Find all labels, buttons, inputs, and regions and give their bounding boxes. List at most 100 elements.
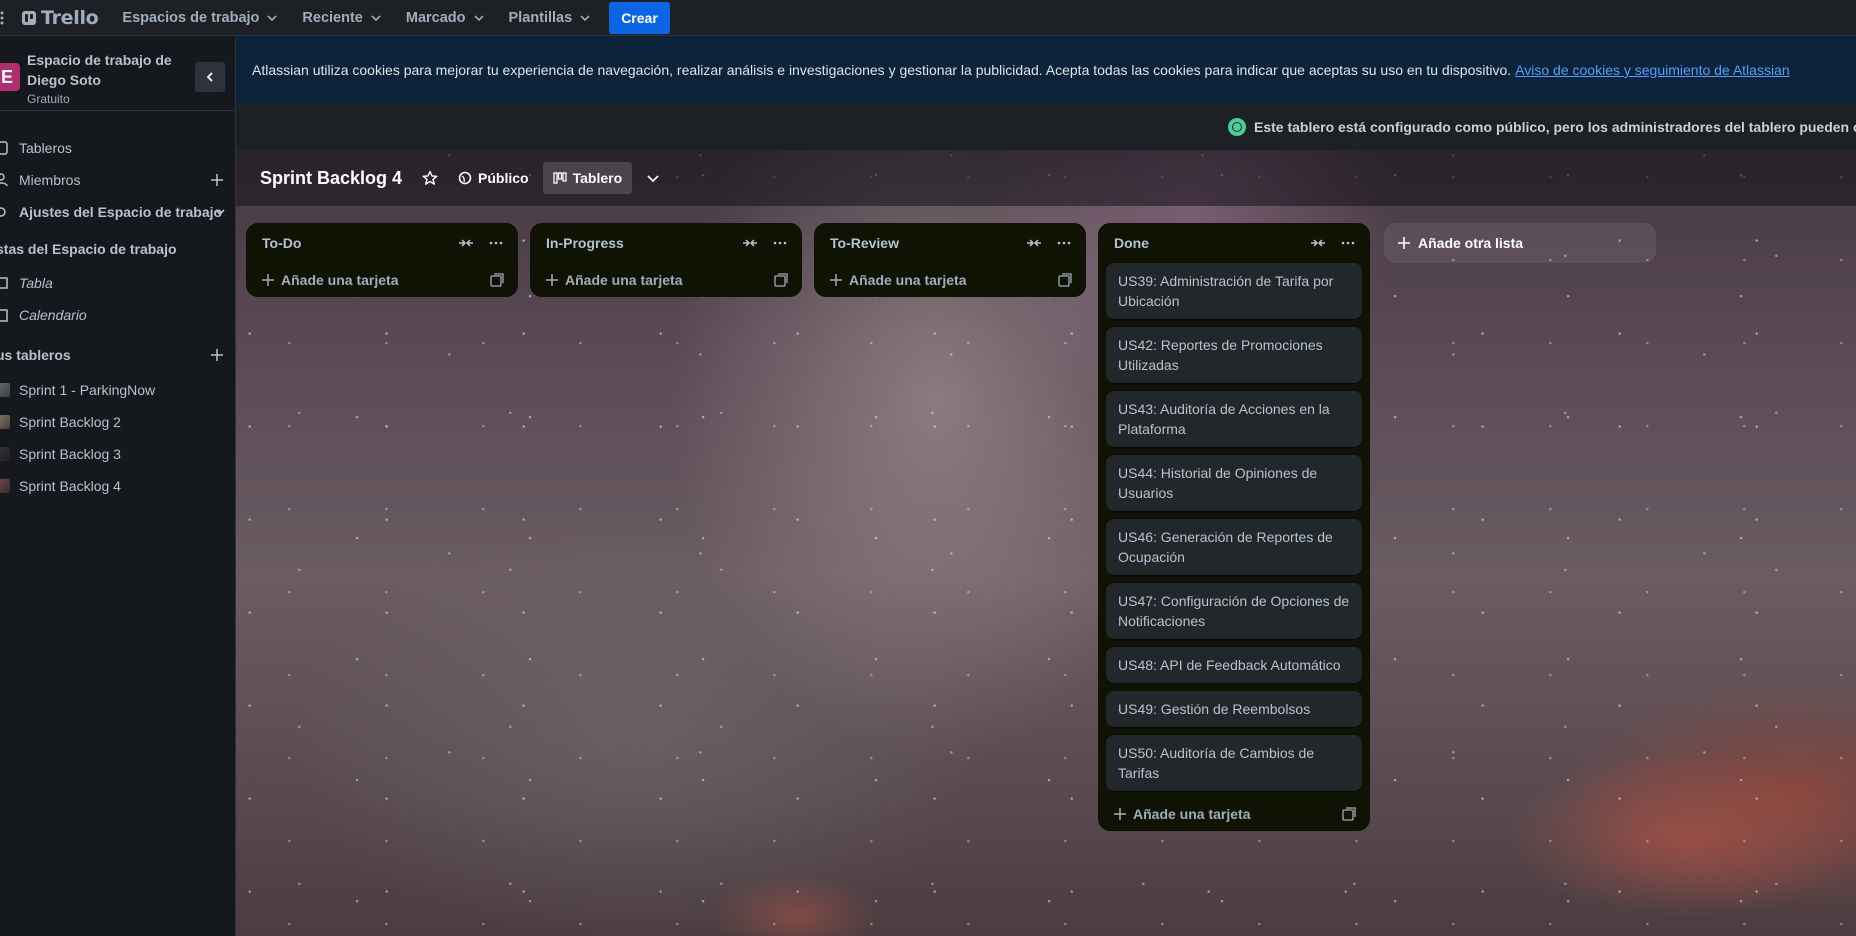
star-icon: [422, 170, 438, 185]
list-header: To-Do: [246, 223, 518, 263]
card[interactable]: US49: Gestión de Reembolsos: [1106, 691, 1362, 727]
person-icon: [0, 173, 8, 187]
add-card-label: Añade una tarjeta: [565, 272, 683, 288]
cookie-banner-text: Atlassian utiliza cookies para mejorar t…: [252, 62, 1512, 78]
nav-starred-menu[interactable]: Marcado: [396, 2, 495, 34]
add-list-label: Añade otra lista: [1418, 235, 1524, 251]
nav-recent-menu[interactable]: Reciente: [292, 2, 391, 34]
board-thumbnail: [0, 383, 10, 397]
card[interactable]: US44: Historial de Opiniones de Usuarios: [1106, 455, 1362, 511]
sidebar-board-item[interactable]: Sprint Backlog 3: [0, 439, 236, 469]
more-options-icon[interactable]: [1340, 235, 1356, 251]
list-title[interactable]: Done: [1114, 235, 1149, 251]
list-to-review: To-Review Añade una tarjeta: [814, 223, 1086, 297]
sidebar-board-item[interactable]: Sprint 1 - ParkingNow: [0, 375, 236, 405]
sidebar-board-label: Sprint Backlog 3: [19, 446, 121, 462]
add-list-button[interactable]: Añade otra lista: [1384, 223, 1656, 263]
card[interactable]: US43: Auditoría de Acciones en la Plataf…: [1106, 391, 1362, 447]
add-member-icon[interactable]: [210, 173, 224, 187]
card-template-icon[interactable]: [774, 273, 788, 287]
visibility-label: Público: [478, 170, 529, 186]
list-title[interactable]: In-Progress: [546, 235, 624, 251]
sidebar-board-label: Sprint Backlog 2: [19, 414, 121, 430]
sidebar-item-label: Miembros: [19, 172, 81, 188]
card[interactable]: US46: Generación de Reportes de Ocupació…: [1106, 519, 1362, 575]
board-view-icon: [552, 172, 567, 184]
add-card-label: Añade una tarjeta: [1133, 806, 1251, 822]
add-card-label: Añade una tarjeta: [849, 272, 967, 288]
globe-icon: [458, 171, 472, 185]
sidebar-view-table[interactable]: Tabla: [0, 268, 236, 298]
trello-logo-icon: [22, 10, 36, 25]
more-options-icon[interactable]: [1056, 235, 1072, 251]
more-options-icon[interactable]: [772, 235, 788, 251]
card[interactable]: US48: API de Feedback Automático: [1106, 647, 1362, 683]
board-thumbnail: [0, 415, 10, 429]
nav-workspaces-menu[interactable]: Espacios de trabajo: [112, 2, 288, 34]
card[interactable]: US39: Administración de Tarifa por Ubica…: [1106, 263, 1362, 319]
cookie-banner: Atlassian utiliza cookies para mejorar t…: [236, 36, 1856, 104]
visibility-button[interactable]: Público: [448, 162, 539, 194]
list-in-progress: In-Progress Añade una tarjeta: [530, 223, 802, 297]
view-board-button[interactable]: Tablero: [542, 162, 633, 194]
sidebar-item-workspace-settings[interactable]: Ajustes del Espacio de trabajo: [0, 197, 236, 227]
card[interactable]: US50: Auditoría de Cambios de Tarifas: [1106, 735, 1362, 791]
collapse-list-icon[interactable]: [742, 237, 758, 249]
collapse-list-icon[interactable]: [1310, 237, 1326, 249]
sidebar-board-item[interactable]: Sprint Backlog 2: [0, 407, 236, 437]
board-title[interactable]: Sprint Backlog 4: [260, 168, 402, 189]
plus-icon: [262, 274, 274, 286]
chevron-down-icon: [215, 209, 225, 216]
sidebar-views-heading: stas del Espacio de trabajo: [0, 241, 177, 257]
globe-icon: [1228, 118, 1246, 136]
card[interactable]: US47: Configuración de Opciones de Notif…: [1106, 583, 1362, 639]
chevron-down-icon: [371, 14, 381, 21]
view-switcher-button[interactable]: [636, 162, 670, 194]
cookie-policy-link[interactable]: Aviso de cookies y seguimiento de Atlass…: [1515, 62, 1789, 78]
collapse-sidebar-button[interactable]: [195, 62, 225, 92]
card[interactable]: US42: Reportes de Promociones Utilizadas: [1106, 327, 1362, 383]
add-card-button[interactable]: Añade una tarjeta: [530, 263, 802, 297]
create-button[interactable]: Crear: [609, 1, 670, 34]
sidebar-view-calendar[interactable]: Calendario: [0, 300, 236, 330]
sidebar-boards-heading: us tableros: [0, 347, 71, 363]
collapse-list-icon[interactable]: [458, 237, 474, 249]
more-options-icon[interactable]: [488, 235, 504, 251]
board-thumbnail: [0, 447, 10, 461]
chevron-down-icon: [647, 175, 659, 183]
workspace-sidebar: E Espacio de trabajo de Diego Soto Gratu…: [0, 36, 236, 936]
trello-logo[interactable]: Trello: [22, 0, 99, 36]
nav-templates-menu[interactable]: Plantillas: [499, 2, 602, 34]
calendar-icon: [0, 309, 8, 322]
sidebar-item-members[interactable]: Miembros: [0, 165, 236, 195]
board-header: Sprint Backlog 4 Público Tablero: [236, 150, 1856, 206]
card-template-icon[interactable]: [490, 273, 504, 287]
board-thumbnail: [0, 479, 10, 493]
plus-icon: [1398, 237, 1410, 249]
workspace-header: E Espacio de trabajo de Diego Soto Gratu…: [0, 36, 235, 111]
star-board-button[interactable]: [412, 162, 448, 194]
plus-icon: [830, 274, 842, 286]
card-template-icon[interactable]: [1058, 273, 1072, 287]
add-card-button[interactable]: Añade una tarjeta: [814, 263, 1086, 297]
sidebar-item-label: Tabla: [19, 275, 53, 291]
list-done: Done US39: Administración de Tarifa por …: [1098, 223, 1370, 831]
list-title[interactable]: To-Do: [262, 235, 301, 251]
chevron-left-icon: [206, 72, 213, 82]
collapse-list-icon[interactable]: [1026, 237, 1042, 249]
table-icon: [0, 277, 8, 289]
sidebar-item-label: Ajustes del Espacio de trabajo: [19, 204, 223, 220]
card-template-icon[interactable]: [1342, 807, 1356, 821]
workspace-name[interactable]: Espacio de trabajo de Diego Soto: [27, 50, 177, 90]
nav-recent-label: Reciente: [302, 9, 363, 26]
app-switcher-icon[interactable]: [0, 0, 14, 36]
sidebar-board-item[interactable]: Sprint Backlog 4: [0, 471, 236, 501]
add-card-button[interactable]: Añade una tarjeta: [246, 263, 518, 297]
list-header: In-Progress: [530, 223, 802, 263]
list-title[interactable]: To-Review: [830, 235, 899, 251]
plus-icon: [546, 274, 558, 286]
add-board-icon[interactable]: [210, 348, 224, 362]
list-to-do: To-Do Añade una tarjeta: [246, 223, 518, 297]
add-card-button[interactable]: Añade una tarjeta: [1098, 797, 1370, 831]
sidebar-item-boards[interactable]: Tableros: [0, 133, 236, 163]
